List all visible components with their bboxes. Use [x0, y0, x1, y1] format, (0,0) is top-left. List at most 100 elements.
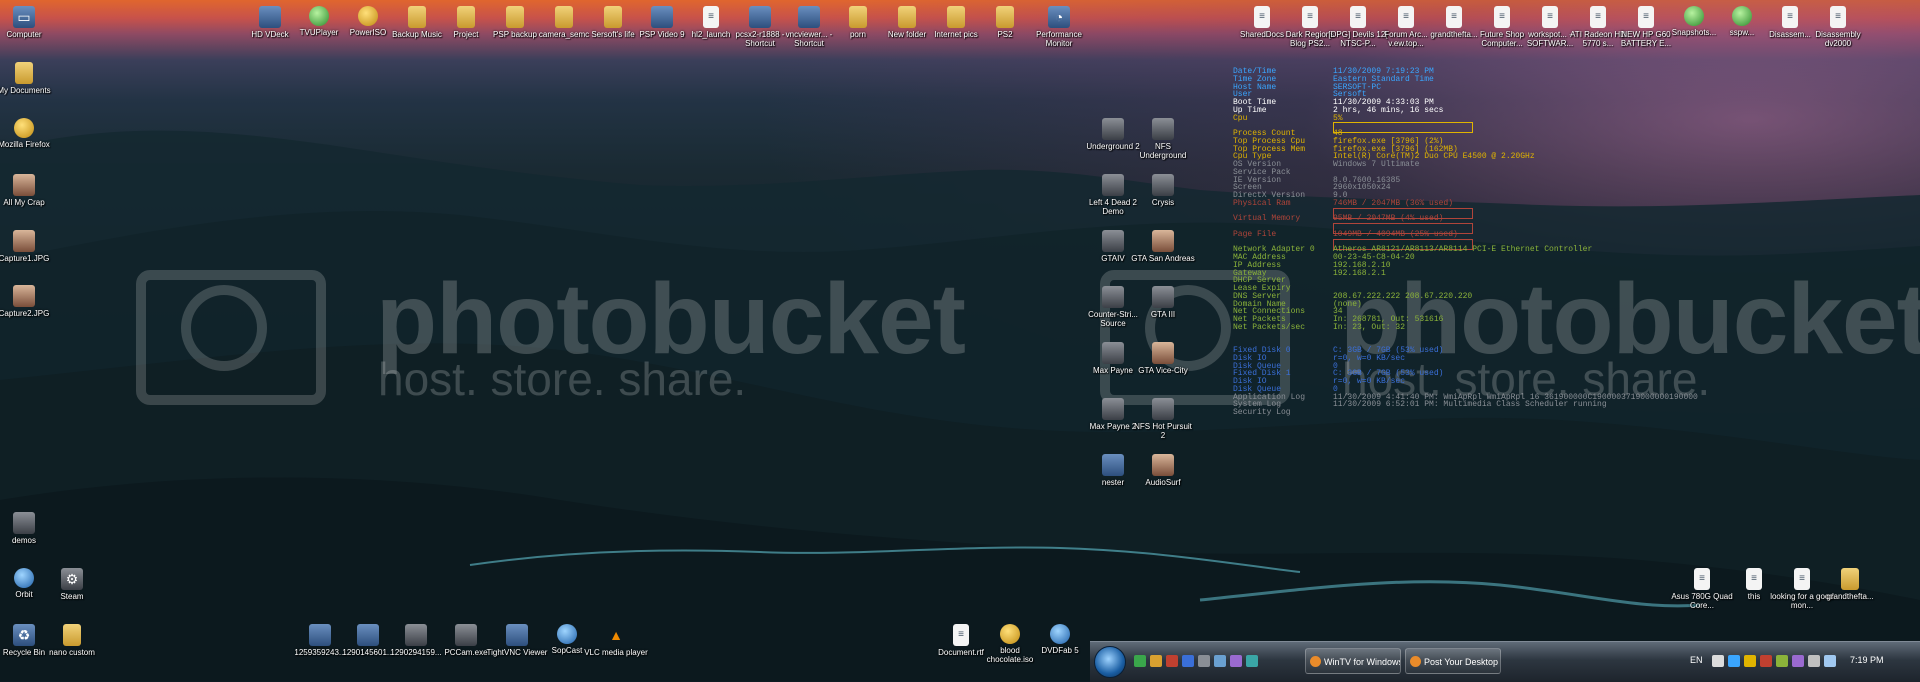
system-info-value: In: 23, Out: 32: [1333, 322, 1406, 332]
icon-label: GTA San Andreas: [1131, 254, 1195, 263]
tray-icon[interactable]: [1760, 655, 1772, 667]
desktop-icon-audiosurf[interactable]: AudioSurf: [1131, 454, 1195, 487]
quick-launch-icon[interactable]: [1198, 655, 1210, 667]
desktop-icon-vlc[interactable]: ▲ VLC media player: [584, 624, 648, 657]
document-icon: ≡: [1794, 568, 1810, 590]
system-info-value: 746MB / 2047MB (36% used): [1333, 198, 1454, 208]
icon-label: GTAIV: [1101, 254, 1125, 263]
app-icon: [651, 6, 673, 28]
icon-label: grandthefta...: [1826, 592, 1874, 601]
desktop-icon-performance-monitor[interactable]: ◔ Performance Monitor: [1027, 6, 1091, 48]
system-info-row: Cpu 5%: [1233, 114, 1698, 123]
desktop-icon-gta-vice-city[interactable]: GTA Vice-City: [1131, 342, 1195, 375]
system-info-value: r=0, w=0 KB/sec: [1333, 377, 1406, 386]
document-icon: ≡: [1694, 568, 1710, 590]
desktop-icon-computer[interactable]: ▭ Computer: [0, 6, 56, 39]
icon-label: PowerISO: [349, 28, 387, 37]
computer-icon: ▭: [13, 6, 35, 28]
desktop-icon-dvdfab[interactable]: DVDFab 5: [1028, 624, 1092, 655]
icon-label: PSP backup: [493, 30, 537, 39]
quick-launch-icon[interactable]: [1182, 655, 1194, 667]
system-info-row: DirectX Version 9.0: [1233, 192, 1698, 200]
taskbar-button-post-desktop[interactable]: Post Your Desktop - ...: [1405, 648, 1501, 674]
game-icon: [1152, 174, 1174, 196]
icon-label: Computer: [6, 30, 42, 39]
icon-label: Crysis: [1151, 198, 1175, 207]
folder-icon: [996, 6, 1014, 28]
quick-launch-icon[interactable]: [1166, 655, 1178, 667]
system-info-value: 1049MB / 4094MB (25% used): [1333, 229, 1458, 239]
document-icon: ≡: [1542, 6, 1558, 28]
icon-label: this: [1747, 592, 1761, 601]
icon-label: nester: [1101, 478, 1125, 487]
system-info-row: [1233, 332, 1698, 340]
document-icon: ≡: [1398, 6, 1414, 28]
watermark-sub: host. store. share.: [378, 353, 747, 405]
system-info-row: Network Adapter 0 Atheros AR8121/AR8113/A…: [1233, 246, 1698, 254]
quick-launch-icon[interactable]: [1230, 655, 1242, 667]
clock[interactable]: 7:19 PM: [1850, 655, 1884, 665]
start-button[interactable]: [1094, 646, 1126, 678]
globe-icon: [1732, 6, 1752, 26]
desktop-icon-my-documents[interactable]: My Documents: [0, 62, 56, 95]
language-indicator[interactable]: EN: [1690, 655, 1703, 665]
icon-label: Max Payne 2: [1089, 422, 1137, 431]
desktop-icon-firefox[interactable]: Mozilla Firefox: [0, 118, 56, 149]
desktop-icon-demos[interactable]: demos: [0, 512, 56, 545]
desktop-icon-capture1[interactable]: Capture1.JPG: [0, 230, 56, 263]
app-icon: [557, 624, 577, 644]
tray-icon[interactable]: [1776, 655, 1788, 667]
system-info-row: Gateway 192.168.2.1: [1233, 268, 1698, 278]
quick-launch-icon[interactable]: [1150, 655, 1162, 667]
tray-icon[interactable]: [1712, 655, 1724, 667]
game-icon: [1152, 398, 1174, 420]
desktop-icon-crysis[interactable]: Crysis: [1131, 174, 1195, 207]
volume-icon[interactable]: [1808, 655, 1820, 667]
desktop-icon-capture2[interactable]: Capture2.JPG: [0, 285, 56, 318]
icon-label: Disassem...: [1769, 30, 1811, 39]
quick-launch-icon[interactable]: [1246, 655, 1258, 667]
game-icon: [1152, 230, 1174, 252]
game-icon: [1102, 230, 1124, 252]
document-icon: ≡: [1254, 6, 1270, 28]
network-icon[interactable]: [1824, 655, 1836, 667]
icon-label: nano custom: [49, 648, 95, 657]
tray-icon[interactable]: [1744, 655, 1756, 667]
document-icon: ≡: [1830, 6, 1846, 28]
icon-label: Recycle Bin: [2, 648, 46, 657]
quick-launch-icon[interactable]: [1214, 655, 1226, 667]
icon-label: SopCast: [551, 646, 583, 655]
icon-label: GTA III: [1150, 310, 1176, 319]
desktop-icon-disassembly-dv2000[interactable]: ≡ Disassembly dv2000: [1806, 6, 1870, 48]
tray-icon[interactable]: [1792, 655, 1804, 667]
icon-label: Disassembly dv2000: [1815, 30, 1861, 48]
system-info-row: IE Version 8.0.7600.16385: [1233, 176, 1698, 185]
desktop-icon-nfs-hot-pursuit-2[interactable]: NFS Hot Pursuit 2: [1131, 398, 1195, 440]
game-icon: [1152, 118, 1174, 140]
desktop-icon-grandthefta-bottom[interactable]: grandthefta...: [1818, 568, 1882, 601]
usage-bar-row: [1233, 207, 1698, 219]
game-icon: [1102, 174, 1124, 196]
icon-label: NFS Hot Pursuit 2: [1134, 422, 1192, 440]
document-icon: ≡: [1446, 6, 1462, 28]
icon-label: New folder: [887, 30, 927, 39]
icon-label: Max Payne: [1092, 366, 1134, 375]
desktop-icon-steam[interactable]: ⚙ Steam: [40, 568, 104, 601]
app-icon: [798, 6, 820, 28]
folder-icon: [13, 512, 35, 534]
desktop-icon-gta-iii[interactable]: GTA III: [1131, 286, 1195, 319]
camera-icon: [455, 624, 477, 646]
game-icon: [1152, 454, 1174, 476]
icon-label: hl2_launch: [691, 30, 731, 39]
taskbar-button-wintv[interactable]: WinTV for Windows...: [1305, 648, 1401, 674]
system-info-value: 192.168.2.1: [1333, 268, 1386, 278]
tray-icon[interactable]: [1728, 655, 1740, 667]
icon-label: My Documents: [0, 86, 51, 95]
system-info-row: User Sersoft: [1233, 91, 1698, 99]
system-info-row: DNS Server 208.67.222.222 208.67.220.220: [1233, 292, 1698, 301]
quick-launch-icon[interactable]: [1134, 655, 1146, 667]
desktop-icon-nfs-underground[interactable]: NFS Underground: [1131, 118, 1195, 160]
desktop-icon-gta-san-andreas[interactable]: GTA San Andreas: [1131, 230, 1195, 263]
desktop-icon-nano-custom[interactable]: nano custom: [40, 624, 104, 657]
desktop-icon-all-my-crap[interactable]: All My Crap: [0, 174, 56, 207]
